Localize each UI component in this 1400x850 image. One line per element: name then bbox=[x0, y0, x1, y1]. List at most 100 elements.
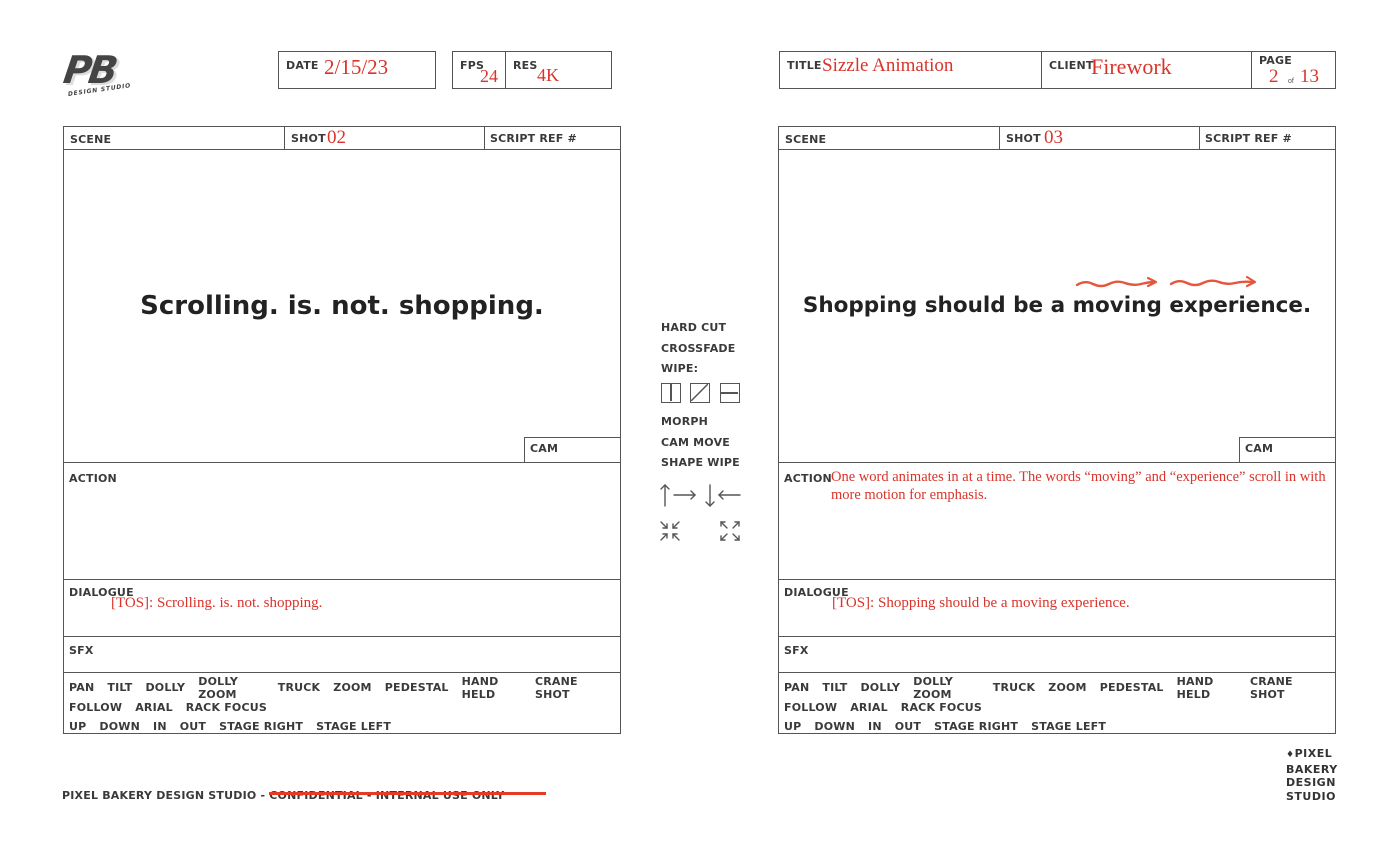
script-ref-cell: SCRIPT REF # bbox=[485, 127, 620, 150]
page-total: 13 bbox=[1300, 66, 1319, 87]
move-arial: ARIAL bbox=[135, 700, 173, 714]
res-cell: RES 4K bbox=[505, 51, 612, 89]
wipe-diagonal-icon bbox=[690, 383, 710, 403]
cam-label: CAM bbox=[1245, 442, 1274, 455]
move-out: OUT bbox=[894, 720, 922, 734]
sfx-row: SFX bbox=[64, 636, 620, 673]
scene-label: SCENE bbox=[70, 133, 112, 146]
dialogue-text: [TOS]: Scrolling. is. not. shopping. bbox=[111, 595, 323, 611]
move-stage-right: STAGE RIGHT bbox=[934, 720, 1019, 734]
studio-line-3: DESIGN bbox=[1286, 776, 1336, 789]
client-label: CLIENT bbox=[1049, 59, 1094, 72]
footer-struck: CONFIDENTIAL - INTERNAL USE ONLY bbox=[269, 789, 547, 802]
move-truck: TRUCK bbox=[277, 681, 321, 695]
action-text: One word animates in at a time. The word… bbox=[831, 469, 1326, 503]
sfx-label: SFX bbox=[69, 644, 94, 657]
scene-label: SCENE bbox=[785, 133, 827, 146]
move-tilt: TILT bbox=[107, 681, 133, 695]
scene-cell: SCENE bbox=[64, 127, 285, 150]
dialogue-text: [TOS]: Shopping should be a moving exper… bbox=[832, 595, 1130, 611]
wipe-vertical-icon bbox=[661, 383, 681, 403]
title-value: Sizzle Animation bbox=[822, 55, 954, 76]
move-pan: PAN bbox=[69, 681, 95, 695]
move-crane-shot: CRANE SHOT bbox=[534, 674, 578, 701]
shot-number: 03 bbox=[1044, 127, 1063, 148]
move-stage-left: STAGE LEFT bbox=[316, 720, 392, 734]
move-stage-right: STAGE RIGHT bbox=[219, 720, 304, 734]
move-pedestal: PEDESTAL bbox=[384, 681, 449, 695]
move-crane-shot: CRANE SHOT bbox=[1249, 674, 1293, 701]
storyboard-panel-right: SCENE SHOT 03 SCRIPT REF # Shopping shou… bbox=[778, 126, 1336, 734]
client-cell: CLIENT Firework bbox=[1041, 51, 1252, 89]
transition-hard-cut: HARD CUT bbox=[661, 321, 727, 334]
move-arial: ARIAL bbox=[850, 700, 888, 714]
cam-label: CAM bbox=[530, 442, 559, 455]
client-value: Firework bbox=[1091, 54, 1172, 79]
res-label: RES bbox=[513, 59, 538, 72]
move-dolly: DOLLY bbox=[860, 681, 901, 695]
move-down: DOWN bbox=[814, 720, 856, 734]
camera-moves-row: PAN TILT DOLLY DOLLY ZOOM TRUCK ZOOM PED… bbox=[64, 672, 620, 733]
frame-area: Shopping should be a moving experience. … bbox=[779, 149, 1335, 463]
move-down: DOWN bbox=[99, 720, 141, 734]
move-dolly-zoom: DOLLY ZOOM bbox=[913, 674, 953, 701]
move-in: IN bbox=[153, 720, 167, 734]
motion-squiggle-icon bbox=[1075, 275, 1257, 288]
action-row: ACTION One word animates in at a time. T… bbox=[779, 462, 1335, 580]
shot-cell: SHOT 03 bbox=[1000, 127, 1200, 150]
cam-box: CAM bbox=[524, 437, 620, 462]
strike-line bbox=[269, 792, 547, 795]
sfx-label: SFX bbox=[784, 644, 809, 657]
move-follow: FOLLOW bbox=[69, 700, 123, 714]
studio-line-1: ♦PIXEL bbox=[1286, 747, 1333, 760]
move-zoom: ZOOM bbox=[333, 681, 372, 695]
move-up: UP bbox=[69, 720, 87, 734]
move-dolly-zoom: DOLLY ZOOM bbox=[198, 674, 238, 701]
shot-cell: SHOT 02 bbox=[285, 127, 485, 150]
wipe-horizontal-icon bbox=[720, 383, 740, 403]
title-cell: TITLE Sizzle Animation bbox=[779, 51, 1042, 89]
move-rack-focus: RACK FOCUS bbox=[900, 700, 982, 714]
page-number: 2 bbox=[1269, 66, 1279, 87]
move-zoom: ZOOM bbox=[1048, 681, 1087, 695]
fps-value: 24 bbox=[480, 66, 498, 86]
sfx-row: SFX bbox=[779, 636, 1335, 673]
res-value: 4K bbox=[537, 65, 559, 85]
shot-number: 02 bbox=[327, 127, 346, 148]
direction-arrows-icon bbox=[660, 484, 741, 541]
fps-cell: FPS 24 bbox=[452, 51, 506, 89]
cam-box: CAM bbox=[1239, 437, 1335, 462]
action-row: ACTION bbox=[64, 462, 620, 580]
script-ref-label: SCRIPT REF # bbox=[1205, 132, 1292, 145]
footer-confidential: PIXEL BAKERY DESIGN STUDIO - CONFIDENTIA… bbox=[62, 789, 547, 802]
action-label: ACTION bbox=[784, 472, 832, 485]
scene-cell: SCENE bbox=[779, 127, 1000, 150]
move-out: OUT bbox=[179, 720, 207, 734]
action-label: ACTION bbox=[69, 472, 117, 485]
frame-text: Shopping should be a moving experience. bbox=[802, 293, 1312, 318]
script-ref-cell: SCRIPT REF # bbox=[1200, 127, 1335, 150]
transition-shape-wipe: SHAPE WIPE bbox=[661, 456, 740, 470]
storyboard-panel-left: SCENE SHOT 02 SCRIPT REF # Scrolling. is… bbox=[63, 126, 621, 734]
transition-legend: HARD CUT CROSSFADE WIPE: bbox=[661, 321, 735, 383]
move-pedestal: PEDESTAL bbox=[1099, 681, 1164, 695]
frame-text: Scrolling. is. not. shopping. bbox=[140, 291, 544, 321]
dialogue-row: DIALOGUE [TOS]: Scrolling. is. not. shop… bbox=[64, 579, 620, 637]
frame-area: Scrolling. is. not. shopping. CAM bbox=[64, 149, 620, 463]
move-in: IN bbox=[868, 720, 882, 734]
script-ref-label: SCRIPT REF # bbox=[490, 132, 577, 145]
camera-moves: PAN TILT DOLLY DOLLY ZOOM TRUCK ZOOM PED… bbox=[784, 674, 1329, 737]
camera-moves: PAN TILT DOLLY DOLLY ZOOM TRUCK ZOOM PED… bbox=[69, 674, 614, 737]
move-truck: TRUCK bbox=[992, 681, 1036, 695]
page-cell: PAGE 2 of 13 bbox=[1251, 51, 1336, 89]
footer-struck-text: CONFIDENTIAL - INTERNAL USE ONLY bbox=[269, 789, 505, 802]
date-value: 2/15/23 bbox=[324, 55, 389, 79]
shot-label: SHOT bbox=[1006, 132, 1041, 145]
move-dolly: DOLLY bbox=[145, 681, 186, 695]
title-label: TITLE bbox=[787, 59, 822, 72]
studio-line-2: BAKERY bbox=[1286, 762, 1338, 776]
date-cell: DATE 2/15/23 bbox=[278, 51, 436, 89]
footer-prefix: PIXEL BAKERY DESIGN STUDIO - bbox=[62, 789, 270, 802]
transition-wipe: WIPE: bbox=[661, 362, 699, 376]
shot-label: SHOT bbox=[291, 132, 326, 145]
